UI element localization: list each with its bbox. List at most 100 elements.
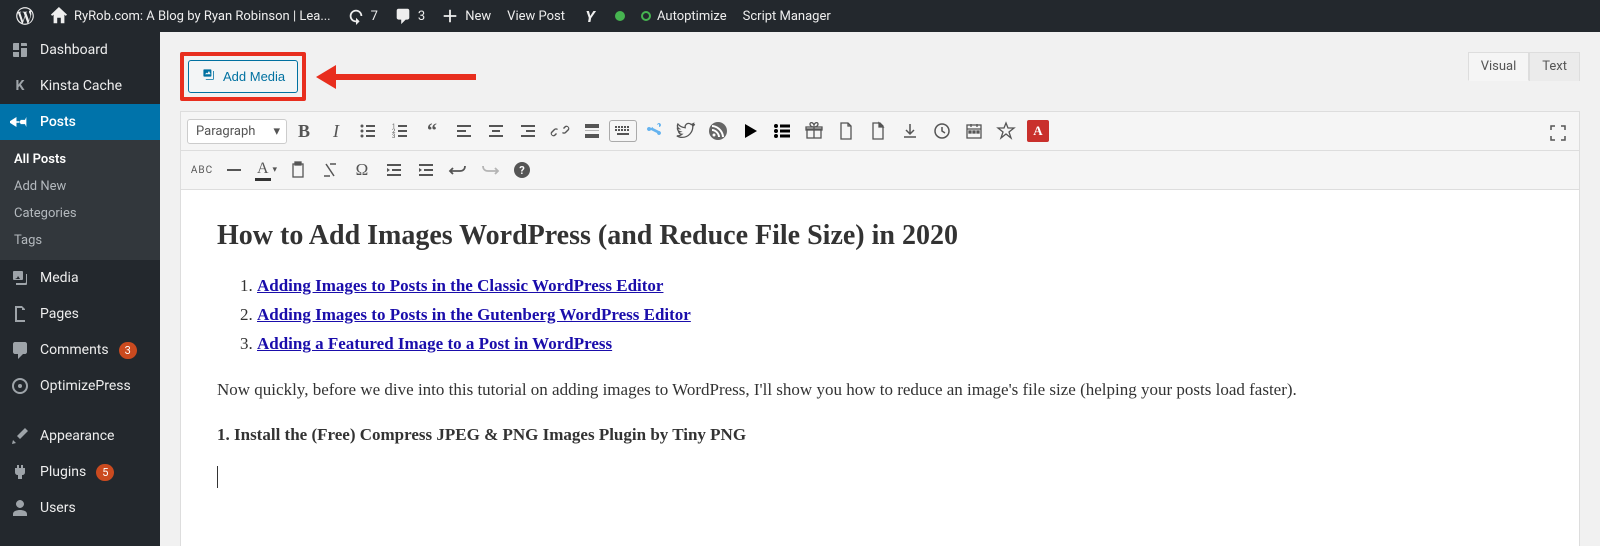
plugins-badge: 5: [96, 464, 114, 481]
clock-button[interactable]: [927, 116, 957, 146]
toc-list: Adding Images to Posts in the Classic Wo…: [217, 272, 1543, 358]
site-name[interactable]: RyRob.com: A Blog by Ryan Robinson | Lea…: [42, 0, 339, 32]
align-left-button[interactable]: [449, 116, 479, 146]
menu-pages[interactable]: Pages: [0, 296, 160, 332]
menu-comments[interactable]: Comments 3: [0, 332, 160, 368]
keyboard-button[interactable]: [609, 120, 637, 142]
toc-item-3: Adding a Featured Image to a Post in Wor…: [257, 330, 1543, 357]
hr-button[interactable]: [219, 155, 249, 185]
wordpress-icon: [16, 7, 34, 25]
plug-icon: [10, 462, 30, 482]
yoast-icon: Y: [581, 7, 599, 25]
kinsta-icon: K: [10, 76, 30, 96]
tinymce-toolbar-2: ABC A▾ Ω ?: [181, 151, 1579, 190]
new-label: New: [465, 9, 491, 24]
brush-icon: [10, 426, 30, 446]
submenu-categories[interactable]: Categories: [0, 200, 160, 227]
toc-item-2: Adding Images to Posts in the Gutenberg …: [257, 301, 1543, 328]
align-right-button[interactable]: [513, 116, 543, 146]
rss-button[interactable]: [703, 116, 733, 146]
yoast[interactable]: Y: [573, 0, 607, 32]
menu-optimizepress[interactable]: OptimizePress: [0, 368, 160, 404]
format-select[interactable]: Paragraph: [187, 119, 287, 144]
status-dot[interactable]: [607, 0, 633, 32]
text-color-button[interactable]: A▾: [251, 155, 281, 185]
text-cursor: [217, 466, 1543, 488]
comments-badge: 3: [119, 342, 137, 359]
toc-link-1[interactable]: Adding Images to Posts in the Classic Wo…: [257, 276, 663, 295]
updates[interactable]: 7: [339, 0, 386, 32]
menu-users[interactable]: Users: [0, 490, 160, 526]
toc-link-3[interactable]: Adding a Featured Image to a Post in Wor…: [257, 334, 612, 353]
special-char-button[interactable]: Ω: [347, 155, 377, 185]
menu-media[interactable]: Media: [0, 260, 160, 296]
submenu-add-new[interactable]: Add New: [0, 173, 160, 200]
home-icon: [50, 7, 68, 25]
tinymce-toolbar-1: Paragraph B I 123 “ A: [181, 112, 1579, 151]
user-icon: [10, 498, 30, 518]
fullscreen-button[interactable]: [1543, 118, 1573, 148]
blockquote-button[interactable]: “: [417, 116, 447, 146]
toc-link-2[interactable]: Adding Images to Posts in the Gutenberg …: [257, 305, 691, 324]
calendar-button[interactable]: [959, 116, 989, 146]
annotation-highlight: Add Media: [180, 52, 306, 101]
menu-appearance[interactable]: Appearance: [0, 418, 160, 454]
download-button[interactable]: [895, 116, 925, 146]
media-icon: [10, 268, 30, 288]
link-button[interactable]: [545, 116, 575, 146]
autoptimize[interactable]: Autoptimize: [633, 0, 735, 32]
menu-kinsta[interactable]: K Kinsta Cache: [0, 68, 160, 104]
add-media-button[interactable]: Add Media: [188, 60, 298, 93]
star-button[interactable]: [991, 116, 1021, 146]
green-circle-icon: [641, 11, 651, 21]
editor-container: Paragraph B I 123 “ A: [180, 111, 1580, 546]
editor-main: Visual Text Add Media Add Element Paragr…: [160, 32, 1600, 546]
submenu-tags[interactable]: Tags: [0, 227, 160, 254]
menu-dashboard[interactable]: Dashboard: [0, 32, 160, 68]
indent-button[interactable]: [411, 155, 441, 185]
comments-icon: [10, 340, 30, 360]
camera-music-icon: [201, 67, 217, 86]
site-title-text: RyRob.com: A Blog by Ryan Robinson | Lea…: [74, 9, 331, 24]
paste-button[interactable]: [283, 155, 313, 185]
share-icon-button[interactable]: [639, 116, 669, 146]
redo-button[interactable]: [475, 155, 505, 185]
admin-bar: RyRob.com: A Blog by Ryan Robinson | Lea…: [0, 0, 1600, 32]
twitter-button[interactable]: [671, 116, 701, 146]
wp-logo[interactable]: [8, 0, 42, 32]
new-content[interactable]: New: [433, 0, 499, 32]
help-button[interactable]: ?: [507, 155, 537, 185]
media-buttons-row: Add Media Add Element: [180, 52, 1580, 101]
refresh-icon: [347, 7, 365, 25]
italic-button[interactable]: I: [321, 116, 351, 146]
gift-button[interactable]: [799, 116, 829, 146]
play-button[interactable]: [735, 116, 765, 146]
script-manager[interactable]: Script Manager: [735, 0, 839, 32]
file-button[interactable]: [831, 116, 861, 146]
file-alt-button[interactable]: [863, 116, 893, 146]
clear-format-button[interactable]: [315, 155, 345, 185]
bold-button[interactable]: B: [289, 116, 319, 146]
editor-content[interactable]: How to Add Images WordPress (and Reduce …: [181, 190, 1579, 546]
pages-icon: [10, 304, 30, 324]
submenu-all-posts[interactable]: All Posts: [0, 146, 160, 173]
pin-icon: [10, 112, 30, 132]
align-center-button[interactable]: [481, 116, 511, 146]
strikethrough-button[interactable]: ABC: [187, 155, 217, 185]
view-post[interactable]: View Post: [499, 0, 573, 32]
outdent-button[interactable]: [379, 155, 409, 185]
undo-button[interactable]: [443, 155, 473, 185]
svg-text:?: ?: [519, 164, 525, 177]
post-title: How to Add Images WordPress (and Reduce …: [217, 220, 1543, 252]
toc-item-1: Adding Images to Posts in the Classic Wo…: [257, 272, 1543, 299]
menu-plugins[interactable]: Plugins 5: [0, 454, 160, 490]
bullet-list-button[interactable]: [353, 116, 383, 146]
updates-count: 7: [371, 9, 378, 24]
list-solid-button[interactable]: [767, 116, 797, 146]
menu-posts[interactable]: Posts: [0, 104, 160, 140]
read-more-button[interactable]: [577, 116, 607, 146]
dashboard-icon: [10, 40, 30, 60]
comments-bubble[interactable]: 3: [386, 0, 433, 32]
red-a-button[interactable]: A: [1023, 116, 1053, 146]
numbered-list-button[interactable]: 123: [385, 116, 415, 146]
